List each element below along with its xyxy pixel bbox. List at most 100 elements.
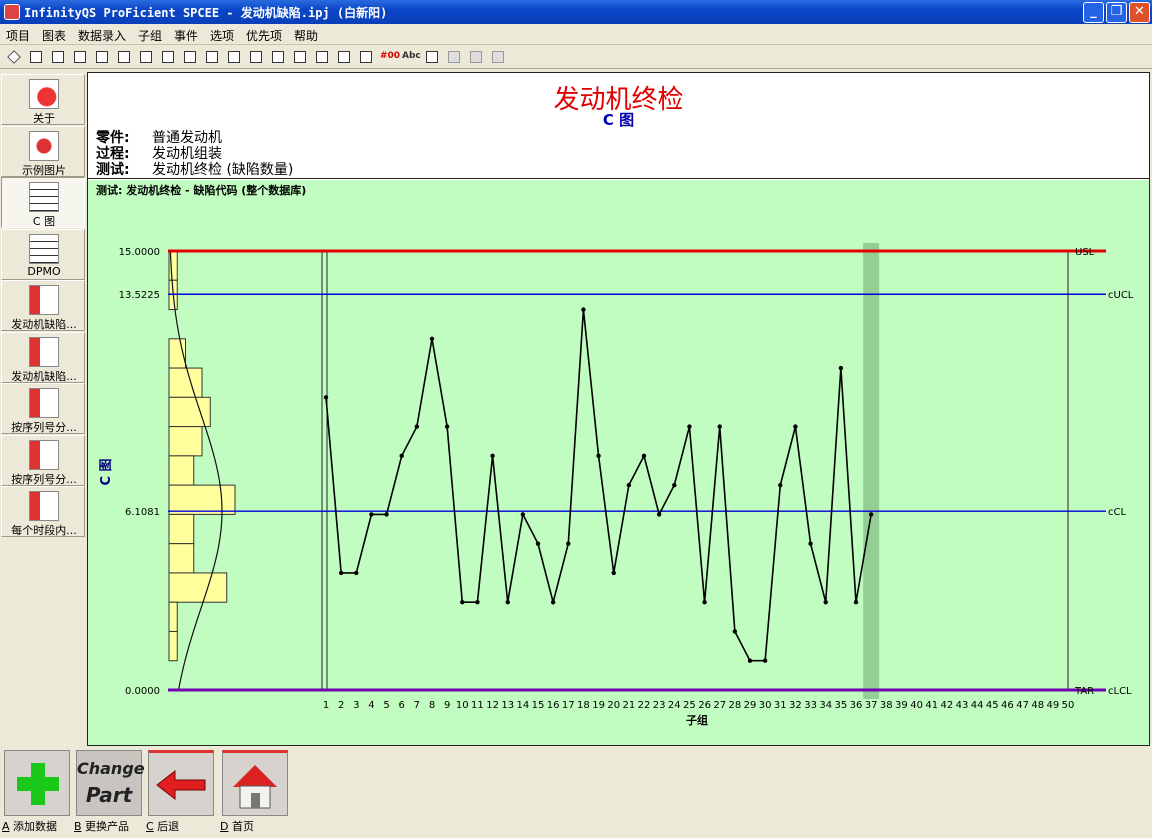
recalc-icon[interactable] — [424, 49, 440, 65]
diamond-icon[interactable] — [6, 49, 22, 65]
print-preview-glyph — [96, 51, 108, 63]
report-header: 发动机终检 C 图 零件: 普通发动机 过程: 发动机组装 测试: 发动机终检 … — [88, 73, 1149, 179]
sidebar-item-5[interactable]: 发动机缺陷... — [1, 331, 85, 383]
barcode-icon[interactable] — [358, 49, 374, 65]
shortcut-key: A — [2, 820, 10, 833]
histogram-icon[interactable] — [182, 49, 198, 65]
limit-name-clcl: cLCL — [1108, 686, 1132, 697]
add-data-button[interactable]: A 添加数据 — [2, 750, 72, 833]
menu-preferences[interactable]: 优先项 — [246, 27, 282, 44]
limit-name-cucl: cUCL — [1108, 290, 1134, 301]
minimize-button[interactable]: _ — [1083, 2, 1104, 23]
sidebar-item-3[interactable]: DPMO — [1, 228, 85, 280]
recalc-glyph — [426, 51, 438, 63]
notes-icon[interactable] — [248, 49, 264, 65]
limit-name-usl: USL — [1075, 247, 1095, 258]
menu-data-entry[interactable]: 数据录入 — [78, 27, 126, 44]
change-part-button[interactable]: Change Part B 更换产品 — [74, 750, 145, 833]
print-preview-icon[interactable] — [94, 49, 110, 65]
x-tick-label: 34 — [819, 700, 832, 711]
data-point — [550, 600, 556, 605]
tag-glyph — [30, 51, 42, 63]
sidebar-item-label: 示例图片 — [22, 163, 66, 177]
split-glyph — [492, 51, 504, 63]
plus-icon — [4, 750, 70, 816]
sidebar-item-2[interactable]: C 图 — [1, 177, 85, 228]
table-glyph — [338, 51, 350, 63]
sidebar-item-7[interactable]: 按序列号分... — [1, 434, 85, 486]
save-icon[interactable] — [50, 49, 66, 65]
table-icon[interactable] — [314, 49, 330, 65]
x-tick-label: 47 — [1016, 700, 1029, 711]
x-tick-label: 37 — [865, 700, 878, 711]
y-axis-label: C 图 — [99, 458, 114, 485]
sidebar-item-0[interactable]: 关于 — [1, 74, 85, 125]
data-series-line — [325, 309, 872, 662]
chart-icon[interactable] — [160, 49, 176, 65]
sidebar-item-8[interactable]: 每个时段内... — [1, 486, 85, 537]
split-icon[interactable] — [490, 49, 506, 65]
capture-icon[interactable] — [270, 49, 286, 65]
copy-icon[interactable] — [446, 49, 462, 65]
abc-label: Abc — [402, 51, 421, 61]
restore-button[interactable]: ❐ — [1106, 2, 1127, 23]
x-tick-label: 27 — [713, 700, 726, 711]
menu-help[interactable]: 帮助 — [294, 27, 318, 44]
x-tick-label: 10 — [456, 700, 469, 711]
test-value: 发动机终检 (缺陷数量) — [152, 162, 294, 178]
x-tick-label: 12 — [486, 700, 499, 711]
x-tick-label: 40 — [910, 700, 923, 711]
x-tick-label: 22 — [638, 700, 651, 711]
menu-subgroup[interactable]: 子组 — [138, 27, 162, 44]
tag-icon[interactable] — [28, 49, 44, 65]
sidebar-item-4[interactable]: 发动机缺陷... — [1, 280, 85, 331]
home-button[interactable]: D 首页 — [220, 750, 290, 833]
wand-glyph — [294, 51, 306, 63]
grid-icon[interactable] — [116, 49, 132, 65]
abc-icon[interactable]: Abc — [402, 49, 421, 65]
summary-icon[interactable] — [226, 49, 242, 65]
x-tick-label: 7 — [414, 700, 420, 711]
x-tick-label: 32 — [789, 700, 802, 711]
plot-area[interactable]: 15.0000 USL 13.5225 cUCL 6.1081 cCL 0.0000 cLCL… — [88, 180, 1149, 745]
hash-00-icon[interactable]: #00 — [380, 49, 400, 65]
menu-project[interactable]: 项目 — [6, 27, 30, 44]
bottom-button-label: D 首页 — [220, 820, 254, 833]
menu-chart[interactable]: 图表 — [42, 27, 66, 44]
close-button[interactable]: ✕ — [1129, 2, 1150, 23]
x-tick-label: 15 — [532, 700, 545, 711]
report-icon[interactable] — [138, 49, 154, 65]
data-point — [460, 600, 465, 605]
limit-value-usl: 15.0000 — [119, 247, 160, 258]
limit-value-ccl: 6.1081 — [125, 507, 160, 518]
histogram-glyph — [184, 51, 196, 63]
histogram-bar — [168, 630, 178, 662]
x-tick-label: 49 — [1046, 700, 1059, 711]
data-point — [535, 541, 541, 546]
x-tick-label: 14 — [516, 700, 529, 711]
change-part-icon: Change Part — [76, 750, 145, 816]
report-glyph — [140, 51, 152, 63]
x-tick-label: 50 — [1062, 700, 1075, 711]
x-tick-label: 36 — [850, 700, 863, 711]
data-point — [581, 307, 586, 312]
data-point — [732, 629, 738, 634]
sidebar-item-label: 按序列号分... — [11, 472, 77, 486]
wand-icon[interactable] — [292, 49, 308, 65]
menu-event[interactable]: 事件 — [174, 27, 198, 44]
control-chart[interactable]: 15.0000 USL 13.5225 cUCL 6.1081 cCL 0.0000 cLCL… — [88, 180, 1149, 745]
app-icon[interactable] — [4, 4, 20, 20]
table-icon[interactable] — [336, 49, 352, 65]
back-button[interactable]: C 后退 — [146, 750, 216, 833]
x-tick-label: 25 — [683, 700, 696, 711]
sidebar-item-label: 每个时段内... — [11, 524, 77, 537]
sidebar-item-6[interactable]: 按序列号分... — [1, 383, 85, 434]
data-point — [838, 365, 844, 371]
menu-options[interactable]: 选项 — [210, 27, 234, 44]
print-icon[interactable] — [72, 49, 88, 65]
x-axis-label: 子组 — [686, 713, 708, 727]
sidebar-item-1[interactable]: 示例图片 — [1, 125, 85, 177]
data-point — [596, 453, 601, 459]
list-icon[interactable] — [204, 49, 220, 65]
layout-icon[interactable] — [468, 49, 484, 65]
